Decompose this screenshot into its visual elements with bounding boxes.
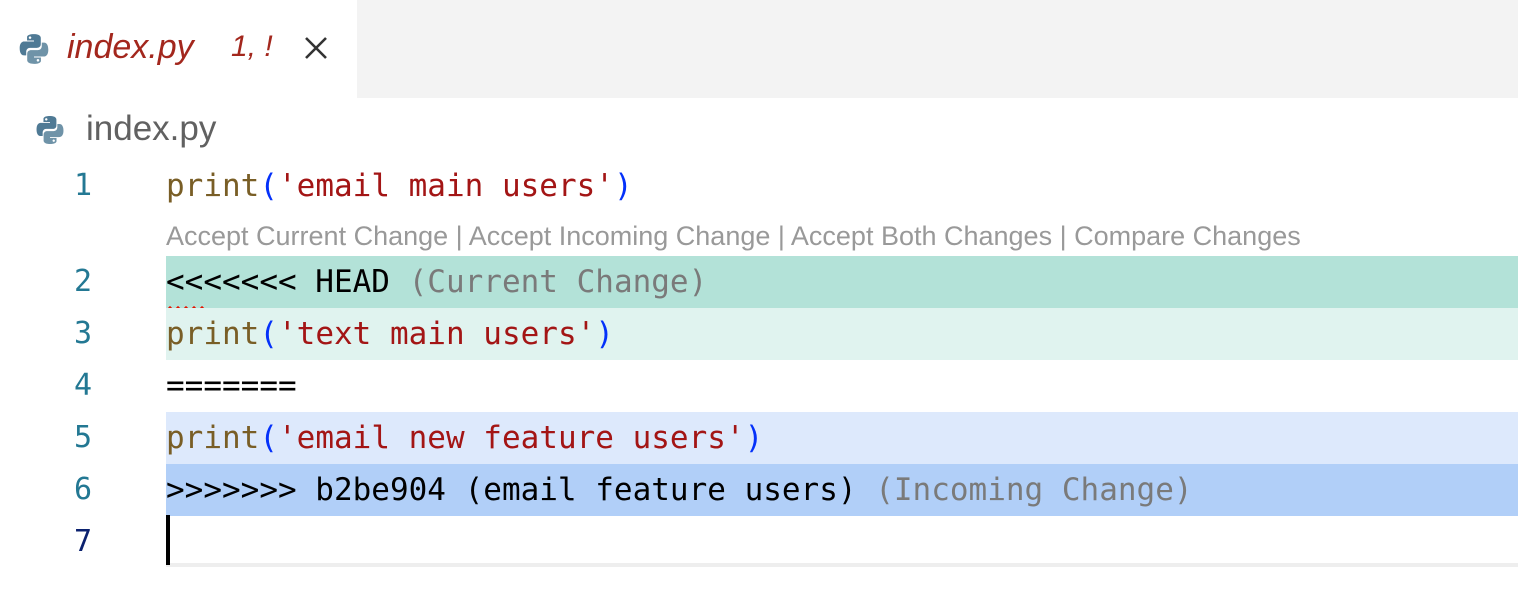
code-editor[interactable]: 1 print('email main users') Accept Curre…	[0, 160, 1518, 598]
conflict-separator: =======	[166, 368, 297, 404]
incoming-change-header: >>>>>>> b2be904 (email feature users) (I…	[166, 464, 1518, 516]
code-line: 5 print('email new feature users')	[0, 412, 1518, 464]
text-cursor	[166, 515, 170, 565]
code-line: 6 >>>>>>> b2be904 (email feature users) …	[0, 464, 1518, 516]
token-string: 'email main users'	[278, 168, 614, 204]
token-function: print	[166, 168, 260, 204]
codelens-separator: |	[1052, 221, 1075, 251]
current-change-header: <<<<<<< HEAD (Current Change)	[166, 256, 1518, 308]
token-paren: (	[259, 168, 278, 204]
python-icon	[34, 114, 66, 151]
line-number: 4	[73, 368, 92, 403]
breadcrumb: index.py	[0, 98, 1518, 162]
line-code: print('email new feature users')	[166, 412, 1518, 464]
line-code: print('text main users')	[166, 308, 1518, 360]
code-line: 3 print('text main users')	[0, 308, 1518, 360]
token-string: 'email new feature users'	[278, 420, 745, 456]
python-icon	[17, 32, 51, 71]
token-paren: )	[595, 316, 614, 352]
line-code: print('email main users')	[166, 160, 1518, 212]
accept-current-change-link[interactable]: Accept Current Change	[166, 221, 448, 251]
line-number: 1	[73, 168, 92, 203]
code-line: 2 <<<<<<< HEAD (Current Change)	[0, 256, 1518, 313]
accept-both-changes-link[interactable]: Accept Both Changes	[791, 221, 1052, 251]
token-paren: )	[744, 420, 764, 456]
problem-badge: 1, !	[231, 30, 273, 63]
compare-changes-link[interactable]: Compare Changes	[1074, 221, 1301, 251]
close-icon[interactable]	[298, 30, 334, 66]
breadcrumb-file[interactable]: index.py	[86, 109, 216, 149]
codelens-separator: |	[770, 221, 791, 251]
line-number: 3	[73, 316, 92, 351]
token-paren: (	[259, 420, 278, 456]
tab-bar: index.py 1, !	[0, 0, 1518, 98]
line-number: 7	[73, 524, 92, 559]
line-number: 2	[73, 264, 92, 299]
code-line: 1 print('email main users')	[0, 160, 1518, 212]
current-line-highlight	[166, 515, 1518, 567]
line-number: 5	[73, 420, 92, 455]
token-string: 'text main users'	[278, 316, 596, 352]
token-paren: )	[613, 168, 633, 204]
accept-incoming-change-link[interactable]: Accept Incoming Change	[469, 221, 771, 251]
merge-codelens: Accept Current Change | Accept Incoming …	[166, 218, 1301, 254]
current-change-label: (Current Change)	[408, 264, 708, 300]
tab-title: index.py	[67, 28, 194, 66]
token-paren: (	[259, 316, 278, 352]
line-number: 6	[73, 472, 92, 507]
code-line: 4 =======	[0, 360, 1518, 412]
conflict-marker: <<<<<<< HEAD	[166, 264, 390, 300]
token-function: print	[166, 420, 260, 456]
conflict-marker: >>>>>>> b2be904 (email feature users)	[166, 472, 857, 508]
codelens-separator: |	[448, 221, 469, 251]
incoming-change-label: (Incoming Change)	[875, 472, 1193, 508]
tab-index-py[interactable]: index.py 1, !	[0, 0, 357, 98]
token-function: print	[166, 316, 260, 352]
